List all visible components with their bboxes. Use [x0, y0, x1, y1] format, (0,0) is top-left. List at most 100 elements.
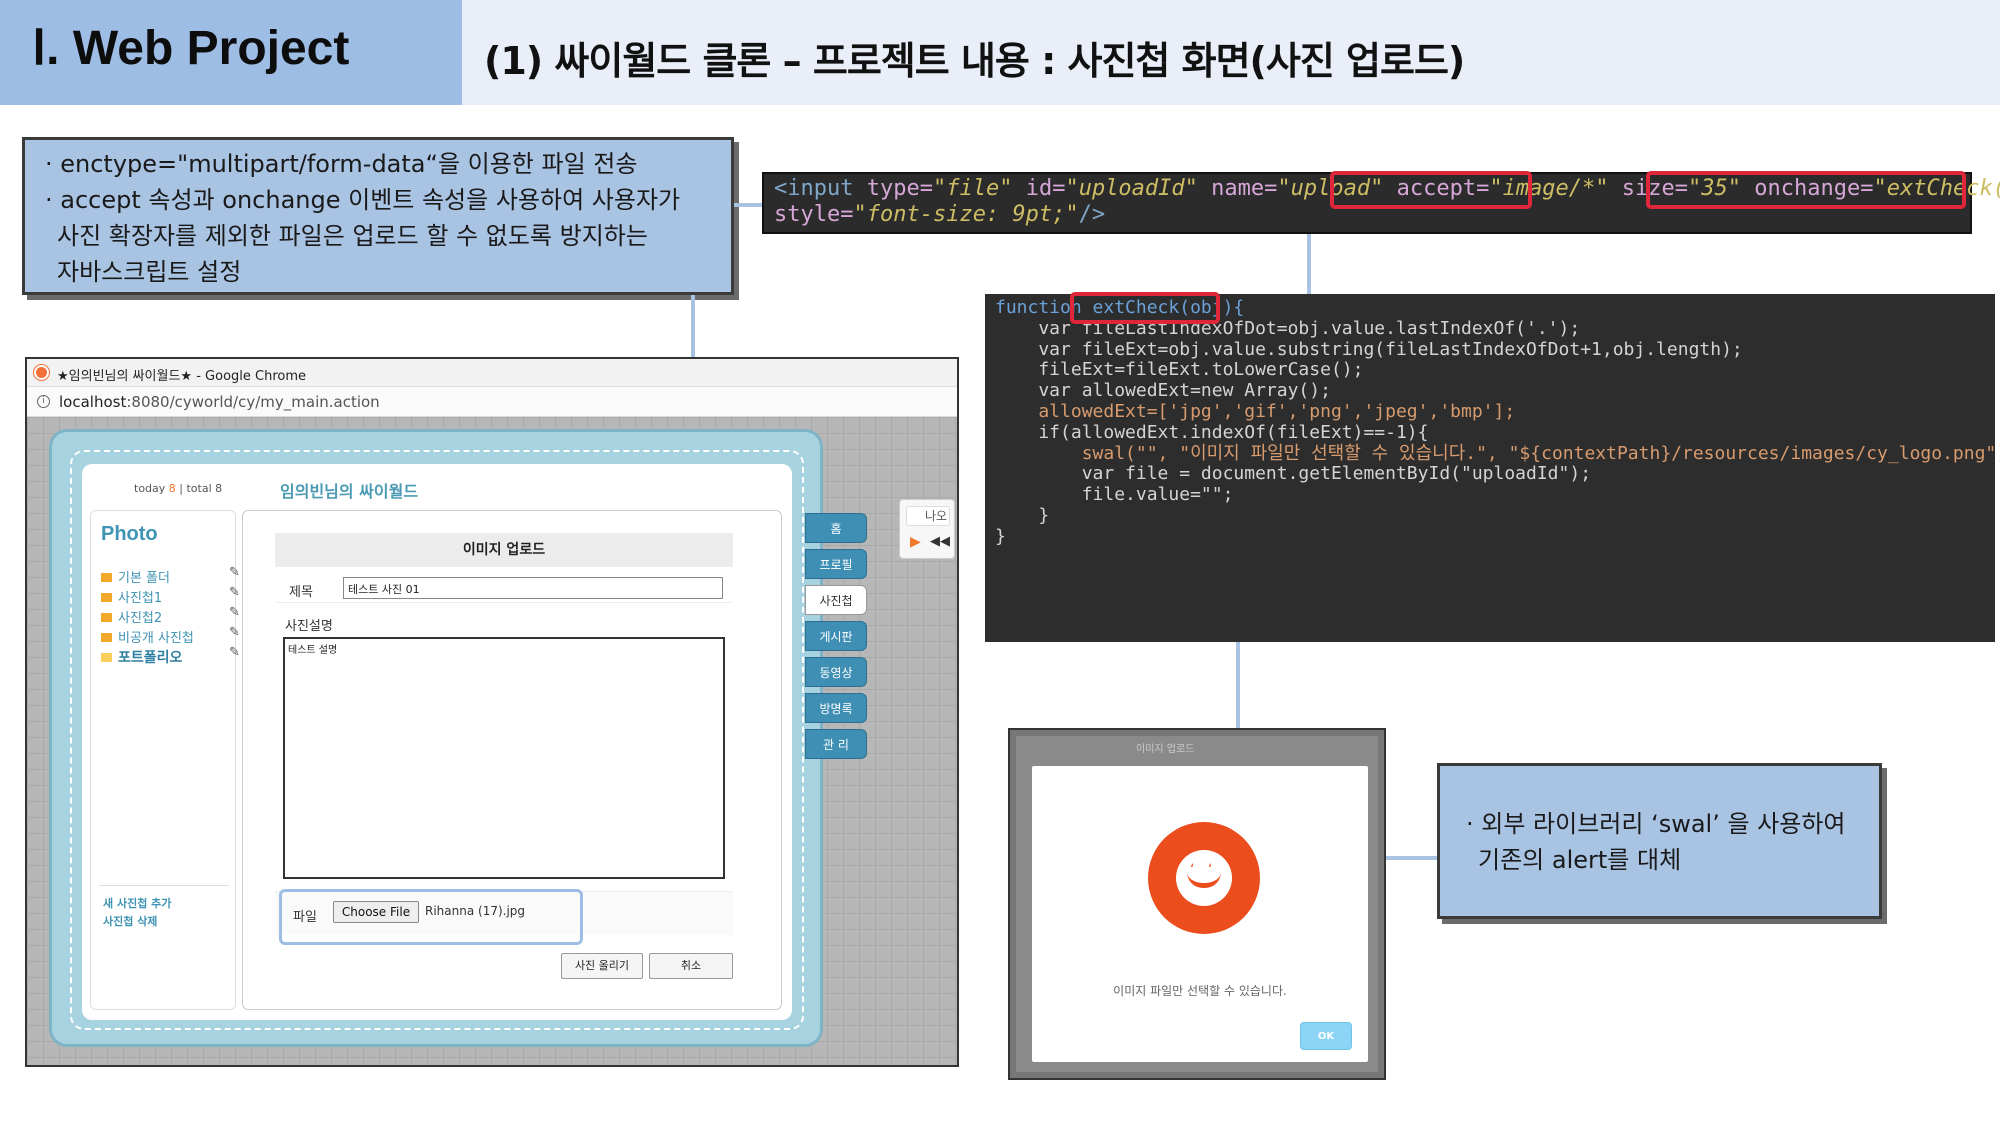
accept-highlight-box — [1330, 171, 1532, 209]
code-line: var allowedExt=new Array(); — [995, 380, 1331, 402]
folder-label: 사진첩2 — [118, 611, 163, 626]
code-token: id= — [1025, 176, 1066, 201]
code-line: file.value=""; — [995, 484, 1234, 506]
note-line: · enctype="multipart/form-data“을 이용한 파일 … — [45, 150, 638, 178]
tab-video[interactable]: 동영상 — [805, 657, 867, 687]
page-body: today 8 | total 8 임의빈님의 싸이월드 Photo 기본 폴더… — [27, 417, 957, 1065]
player-label: 나오 — [906, 506, 950, 526]
ok-button[interactable]: OK — [1300, 1022, 1352, 1050]
code-token: name= — [1211, 176, 1278, 201]
cyworld-logo-icon: ʻ ʻ — [1148, 822, 1260, 934]
slide-title: (1) 싸이월드 클론 – 프로젝트 내용 : 사진첩 화면(사진 업로드) — [484, 39, 1465, 83]
code-line: var fileExt=obj.value.substring(fileLast… — [995, 338, 1743, 360]
tab-home[interactable]: 홈 — [805, 513, 867, 543]
homepage-name: 임의빈님의 싸이월드 — [280, 482, 419, 501]
note-line: 기존의 alert를 대체 — [1478, 846, 1682, 874]
cyworld-content: today 8 | total 8 임의빈님의 싸이월드 Photo 기본 폴더… — [82, 464, 792, 1020]
code-token: style= — [774, 202, 854, 227]
folder-icon — [101, 593, 112, 602]
tab-guestbook[interactable]: 방명록 — [805, 693, 867, 723]
upload-panel: 이미지 업로드 제목 테스트 사진 01 사진설명 테스트 설명 파일 Choo… — [242, 510, 782, 1010]
divider — [99, 885, 229, 886]
pencil-icon[interactable]: ✎ — [229, 645, 240, 660]
folder-label: 사진첩1 — [118, 591, 163, 606]
delete-album-link[interactable]: 사진첩 삭제 — [103, 913, 157, 929]
folder-item[interactable]: 사진첩2 — [101, 607, 162, 626]
file-input-highlight — [279, 889, 583, 945]
code-token: type= — [866, 176, 933, 201]
folder-item[interactable]: 사진첩1 — [101, 587, 162, 606]
code-line: swal("", "이미지 파일만 선택할 수 있습니다.", "${conte… — [995, 442, 2000, 464]
add-album-link[interactable]: 새 사진첩 추가 — [103, 895, 171, 911]
code-token: "file" — [932, 176, 1013, 201]
play-icon[interactable]: ▶ — [910, 534, 921, 550]
visit-counter: today 8 | total 8 — [134, 482, 222, 495]
info-icon[interactable]: i — [37, 395, 50, 408]
swal-message: 이미지 파일만 선택할 수 있습니다. — [1113, 984, 1287, 998]
folder-label: 포트폴리오 — [118, 650, 183, 666]
music-player[interactable]: 나오 ▶ ◀◀ — [899, 499, 955, 559]
window-title: ★임의빈님의 싸이월드★ - Google Chrome — [57, 369, 307, 384]
tab-board[interactable]: 게시판 — [805, 621, 867, 651]
code-token: "uploadId" — [1065, 176, 1198, 201]
pencil-icon[interactable]: ✎ — [229, 585, 240, 600]
dim-overlay: 이미지 업로드 ʻ ʻ 이미지 파일만 선택할 수 있습니다. OK — [1016, 736, 1378, 1072]
code-token: /> — [1078, 202, 1106, 227]
tab-profile[interactable]: 프로필 — [805, 549, 867, 579]
cyworld-frame: today 8 | total 8 임의빈님의 싸이월드 Photo 기본 폴더… — [49, 429, 823, 1047]
folder-label: 비공개 사진첩 — [118, 631, 194, 646]
slide-header: (1) 싸이월드 클론 – 프로젝트 내용 : 사진첩 화면(사진 업로드) — [462, 0, 2000, 105]
title-label: 제목 — [289, 585, 313, 600]
chrome-icon — [34, 365, 49, 380]
note-line: 사진 확장자를 제외한 파일은 업로드 할 수 없도록 방지하는 — [57, 222, 648, 250]
section-title: Ⅰ. Web Project — [32, 22, 350, 75]
folder-item[interactable]: 비공개 사진첩 — [101, 627, 194, 646]
folder-item[interactable]: 기본 폴더 — [101, 567, 170, 586]
code-line: } — [995, 525, 1006, 547]
pencil-icon[interactable]: ✎ — [229, 605, 240, 620]
description-textarea[interactable]: 테스트 설명 — [283, 637, 725, 879]
pencil-icon[interactable]: ✎ — [229, 565, 240, 580]
swal-alert-screenshot: 이미지 업로드 ʻ ʻ 이미지 파일만 선택할 수 있습니다. OK — [1008, 728, 1386, 1080]
code-line: var file = document.getElementById("uplo… — [995, 463, 1592, 485]
code-line: if(allowedExt.indexOf(fileExt)==-1){ — [995, 421, 1429, 443]
today-label: today — [134, 482, 166, 495]
tab-admin[interactable]: 관 리 — [805, 729, 867, 759]
url-host: localhost — [59, 393, 127, 411]
browser-window: ★임의빈님의 싸이월드★ - Google Chrome i localhost… — [25, 357, 959, 1067]
folder-item[interactable]: 포트폴리오 — [101, 647, 182, 667]
album-sidebar: Photo 기본 폴더 사진첩1 사진첩2 비공개 사진첩 포트폴리오 ✎ ✎ … — [90, 510, 240, 1010]
code-line: fileExt=fileExt.toLowerCase(); — [995, 359, 1364, 381]
swal-dialog: ʻ ʻ 이미지 파일만 선택할 수 있습니다. OK — [1032, 766, 1368, 1062]
code-line: } — [995, 504, 1050, 526]
tab-photo[interactable]: 사진첩 — [805, 585, 867, 615]
note-line: · accept 속성과 onchange 이벤트 속성을 사용하여 사용자가 — [45, 186, 681, 214]
upload-photo-button[interactable]: 사진 올리기 — [561, 953, 643, 979]
note-line: · 외부 라이브러리 ‘swal’ 을 사용하여 — [1466, 810, 1846, 838]
photo-title: Photo — [101, 523, 158, 545]
function-name-highlight-box — [1070, 292, 1220, 324]
folder-label: 기본 폴더 — [118, 571, 170, 586]
title-input[interactable]: 테스트 사진 01 — [343, 577, 723, 599]
background-title: 이미지 업로드 — [1136, 744, 1195, 755]
smile-face-icon: ʻ ʻ — [1176, 850, 1232, 906]
cancel-button[interactable]: 취소 — [649, 953, 733, 979]
note-line: 자바스크립트 설정 — [57, 258, 242, 286]
rewind-icon[interactable]: ◀◀ — [930, 534, 950, 549]
folder-icon — [101, 633, 112, 642]
onchange-highlight-box — [1646, 171, 1966, 209]
description-label: 사진설명 — [285, 619, 333, 634]
code-line: allowedExt=['jpg','gif','png','jpeg','bm… — [995, 400, 1516, 422]
swal-explanation-note: · 외부 라이브러리 ‘swal’ 을 사용하여 기존의 alert를 대체 — [1437, 763, 1882, 919]
folder-icon — [101, 573, 112, 582]
browser-titlebar: ★임의빈님의 싸이월드★ - Google Chrome — [27, 359, 957, 387]
section-header: Ⅰ. Web Project — [0, 0, 462, 105]
url-path: :8080/cyworld/cy/my_main.action — [126, 393, 380, 411]
connector-line — [734, 203, 764, 207]
pencil-icon[interactable]: ✎ — [229, 625, 240, 640]
folder-icon — [101, 653, 112, 662]
address-bar[interactable]: i localhost:8080/cyworld/cy/my_main.acti… — [27, 387, 957, 417]
total-count: | total 8 — [179, 482, 223, 495]
folder-icon — [101, 613, 112, 622]
code-token: <input — [774, 176, 854, 201]
